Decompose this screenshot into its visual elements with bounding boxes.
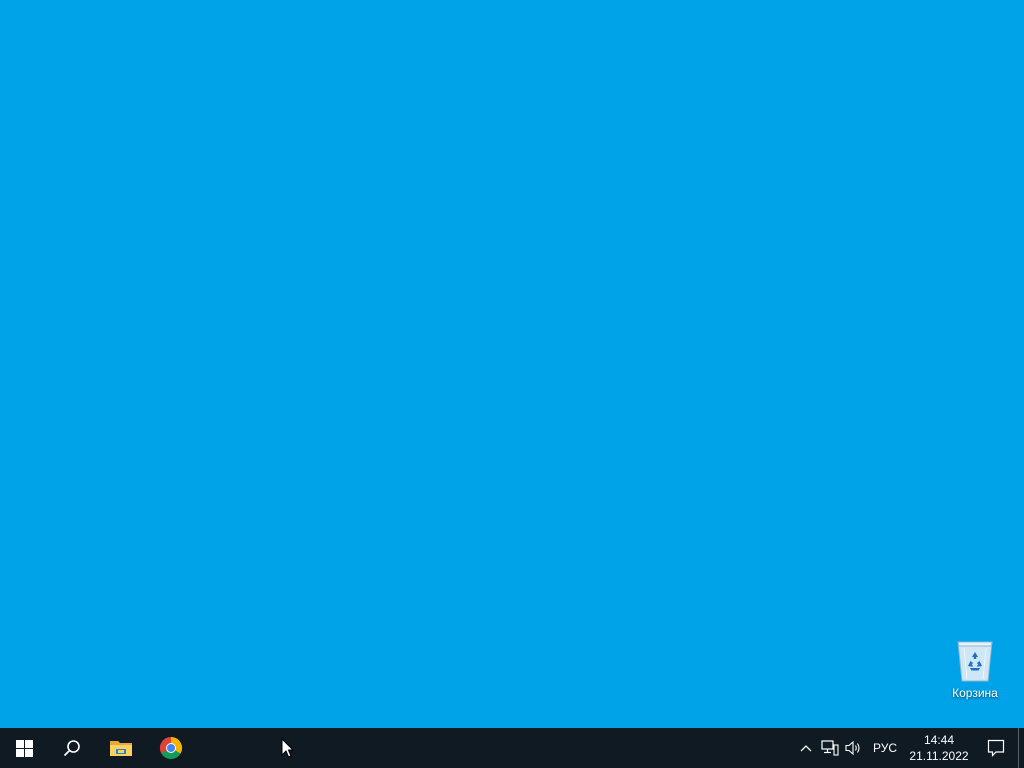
system-tray: РУС 14:44 21.11.2022: [794, 728, 1024, 768]
recycle-bin-shortcut[interactable]: Корзина: [944, 636, 1006, 708]
action-center-button[interactable]: [974, 728, 1018, 768]
tray-language-button[interactable]: РУС: [866, 728, 904, 768]
network-icon: [821, 740, 839, 756]
action-center-icon: [987, 739, 1005, 757]
tray-volume-button[interactable]: [842, 728, 866, 768]
taskbar-file-explorer[interactable]: [96, 728, 146, 768]
chrome-icon: [159, 737, 183, 760]
volume-icon: [845, 740, 860, 756]
language-indicator: РУС: [872, 741, 898, 755]
taskbar: РУС 14:44 21.11.2022: [0, 728, 1024, 768]
tray-overflow-button[interactable]: [794, 728, 818, 768]
clock-time: 14:44: [923, 733, 955, 747]
file-explorer-icon: [110, 741, 132, 756]
tray-clock-button[interactable]: 14:44 21.11.2022: [904, 728, 974, 768]
recycle-bin-icon: [953, 636, 997, 684]
chevron-up-icon: [800, 745, 812, 752]
windows-logo-icon: [15, 739, 33, 757]
show-desktop-button[interactable]: [1018, 728, 1024, 768]
start-button[interactable]: [0, 728, 48, 768]
search-button[interactable]: [48, 728, 96, 768]
clock-date: 21.11.2022: [909, 749, 969, 763]
desktop[interactable]: Корзина: [0, 0, 1024, 728]
taskbar-chrome[interactable]: [146, 728, 196, 768]
tray-network-button[interactable]: [818, 728, 842, 768]
search-icon: [63, 740, 80, 757]
recycle-bin-label: Корзина: [952, 686, 998, 700]
